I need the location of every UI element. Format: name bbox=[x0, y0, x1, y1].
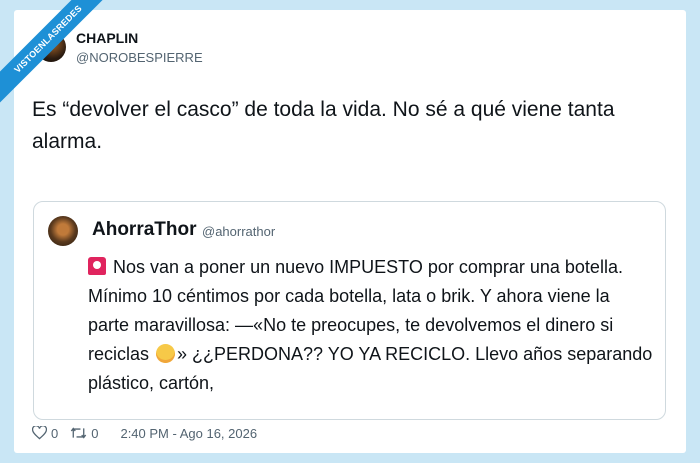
quoted-author-handle[interactable]: @ahorrathor bbox=[202, 224, 275, 239]
hugging-face-icon bbox=[156, 344, 176, 363]
rotating-light-icon bbox=[88, 257, 106, 275]
retweet-button[interactable]: 0 bbox=[70, 426, 98, 441]
timestamp[interactable]: 2:40 PM - Ago 16, 2026 bbox=[120, 426, 257, 441]
tweet-text: Es “devolver el casco” de toda la vida. … bbox=[32, 98, 615, 153]
author-handle[interactable]: @NOROBESPIERRE bbox=[76, 50, 203, 65]
quoted-tweet-text: Nos van a poner un nuevo IMPUESTO por co… bbox=[88, 253, 653, 398]
quoted-author-name[interactable]: AhorraThor bbox=[92, 219, 197, 241]
like-button[interactable]: 0 bbox=[32, 426, 58, 441]
author-name[interactable]: CHAPLIN bbox=[76, 30, 138, 46]
tweet-card: CHAPLIN @NOROBESPIERRE Es “devolver el c… bbox=[14, 10, 686, 453]
quoted-tweet[interactable]: AhorraThor @ahorrathor Nos van a poner u… bbox=[33, 201, 666, 420]
retweet-icon bbox=[71, 427, 87, 439]
heart-icon bbox=[32, 426, 47, 440]
like-count: 0 bbox=[51, 425, 59, 441]
retweet-count: 0 bbox=[91, 425, 99, 441]
tweet-footer: 0 0 2:40 PM - Ago 16, 2026 bbox=[32, 423, 257, 443]
quoted-avatar[interactable] bbox=[48, 216, 78, 246]
